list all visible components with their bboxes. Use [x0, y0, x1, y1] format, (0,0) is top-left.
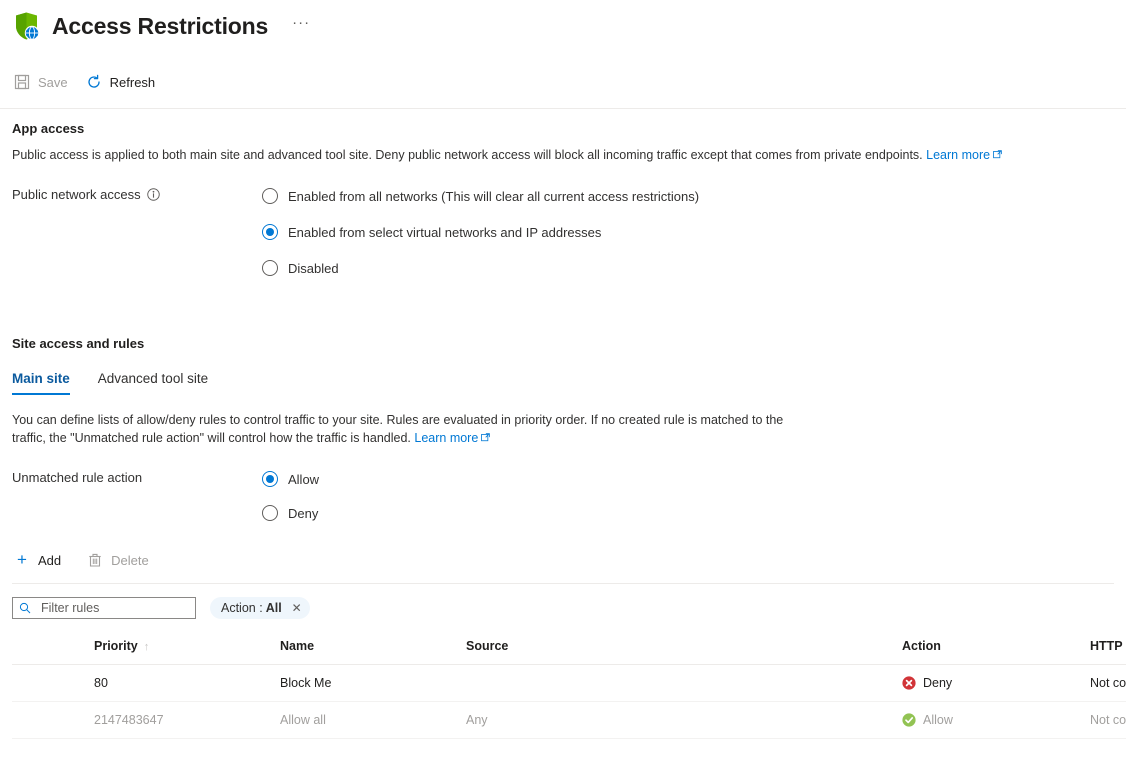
cell-http-headers: Not configured	[1082, 664, 1126, 702]
add-label: Add	[38, 552, 62, 568]
table-row[interactable]: 2147483647 Allow all Any Allow Not co	[12, 701, 1126, 739]
save-button[interactable]: Save	[12, 67, 78, 97]
radio-enabled-select-networks[interactable]: Enabled from select virtual networks and…	[262, 222, 699, 242]
app-access-learn-more-link[interactable]: Learn more	[926, 148, 990, 162]
trash-icon	[87, 552, 103, 568]
rules-toolbar-divider	[12, 583, 1114, 584]
row-checkbox-cell[interactable]	[12, 701, 86, 739]
public-network-access-field: Public network access Enabled from all n…	[12, 186, 1114, 278]
delete-rule-button[interactable]: Delete	[85, 545, 159, 575]
cell-action: Allow	[894, 701, 1082, 739]
radio-unmatched-deny[interactable]: Deny	[262, 503, 319, 523]
action-filter-pill[interactable]: Action : All ✕	[210, 597, 310, 619]
app-access-heading: App access	[12, 121, 85, 136]
plus-icon: +	[17, 550, 27, 569]
radio-enabled-all-networks[interactable]: Enabled from all networks (This will cle…	[262, 186, 699, 206]
radio-label: Enabled from select virtual networks and…	[288, 224, 602, 240]
tab-main-site[interactable]: Main site	[12, 371, 70, 395]
radio-label: Disabled	[288, 260, 339, 276]
cell-name: Allow all	[272, 701, 458, 739]
cell-http-headers: Not configured	[1082, 701, 1126, 739]
unmatched-rule-action-field: Unmatched rule action Allow Deny	[12, 469, 1114, 523]
rules-table-header-row: Priority ↑ Name Source Action HTTP header…	[12, 639, 1126, 665]
unmatched-rule-action-label: Unmatched rule action	[12, 470, 143, 485]
column-header-http-headers[interactable]: HTTP headers	[1082, 639, 1126, 665]
column-header-action[interactable]: Action	[894, 639, 1082, 665]
radio-mark	[262, 224, 278, 240]
filter-rules-search-box[interactable]	[12, 597, 196, 619]
rules-table-head: Priority ↑ Name Source Action HTTP header…	[12, 639, 1126, 665]
app-access-description-text: Public access is applied to both main si…	[12, 148, 923, 162]
search-icon	[19, 602, 31, 614]
radio-label: Enabled from all networks (This will cle…	[288, 188, 700, 204]
site-access-description-text: You can define lists of allow/deny rules…	[12, 413, 784, 445]
radio-label: Allow	[288, 471, 320, 487]
save-label: Save	[38, 74, 68, 90]
close-icon[interactable]: ✕	[292, 602, 302, 614]
refresh-button[interactable]: Refresh	[84, 67, 166, 97]
search-input[interactable]	[39, 600, 189, 616]
unmatched-rule-action-label-wrap: Unmatched rule action	[12, 469, 262, 485]
sort-ascending-icon: ↑	[143, 641, 150, 653]
radio-disabled[interactable]: Disabled	[262, 258, 699, 278]
info-icon[interactable]	[146, 188, 160, 201]
action-filter-key: Action :	[221, 601, 263, 615]
action-filter-value: All	[265, 601, 282, 615]
allow-status-icon	[902, 713, 916, 727]
column-header-source[interactable]: Source	[458, 639, 894, 665]
page-header: Access Restrictions ···	[0, 0, 1126, 44]
public-network-access-label-wrap: Public network access	[12, 186, 262, 202]
command-bar-divider	[0, 108, 1126, 109]
tab-advanced-tool-site[interactable]: Advanced tool site	[98, 371, 208, 395]
refresh-icon	[86, 74, 102, 90]
cell-source: Any	[458, 701, 894, 739]
radio-mark	[262, 471, 278, 487]
more-options-button[interactable]: ···	[286, 14, 316, 32]
app-access-description: Public access is applied to both main si…	[12, 146, 1072, 164]
column-header-priority[interactable]: Priority ↑	[86, 639, 272, 665]
cell-priority: 2147483647	[86, 701, 272, 739]
delete-label: Delete	[111, 552, 149, 568]
external-link-icon	[481, 429, 491, 442]
page-title: Access Restrictions	[52, 12, 269, 39]
rules-toolbar: + Add Delete	[12, 545, 1114, 583]
select-all-column[interactable]	[12, 639, 86, 665]
action-label: Deny	[923, 676, 953, 690]
site-tabs: Main site Advanced tool site	[12, 371, 1114, 395]
table-row[interactable]: 80 Block Me Deny Not co	[12, 664, 1126, 702]
radio-unmatched-allow[interactable]: Allow	[262, 469, 319, 489]
row-checkbox-cell[interactable]	[12, 664, 86, 702]
site-access-heading: Site access and rules	[12, 336, 145, 351]
public-network-access-radio-group: Enabled from all networks (This will cle…	[262, 186, 699, 278]
action-label: Allow	[923, 713, 953, 727]
unmatched-rule-action-radio-group: Allow Deny	[262, 469, 319, 523]
deny-status-icon	[902, 676, 916, 690]
public-network-access-label: Public network access	[12, 187, 141, 202]
action-cell-wrap: Allow	[902, 713, 1074, 727]
rules-table: Priority ↑ Name Source Action HTTP header…	[12, 639, 1126, 739]
shield-globe-icon	[10, 9, 44, 43]
save-icon	[14, 74, 30, 90]
rules-table-body: 80 Block Me Deny Not co 2147483647 Allow…	[12, 664, 1126, 739]
site-access-learn-more-link[interactable]: Learn more	[414, 431, 478, 445]
add-rule-button[interactable]: + Add	[12, 545, 71, 575]
command-bar: Save Refresh	[0, 64, 1126, 100]
refresh-label: Refresh	[109, 74, 156, 90]
cell-name: Block Me	[272, 664, 458, 702]
column-label-priority: Priority	[94, 639, 138, 653]
radio-mark	[262, 260, 278, 276]
cell-priority: 80	[86, 664, 272, 702]
radio-mark	[262, 505, 278, 521]
action-cell-wrap: Deny	[902, 676, 1074, 690]
filter-bar: Action : All ✕	[12, 597, 1114, 619]
content-area: App access Public access is applied to b…	[0, 121, 1126, 739]
site-access-description: You can define lists of allow/deny rules…	[12, 411, 812, 447]
cell-action: Deny	[894, 664, 1082, 702]
cell-source	[458, 664, 894, 702]
radio-label: Deny	[288, 505, 319, 521]
external-link-icon	[993, 146, 1002, 159]
radio-mark	[262, 188, 278, 204]
column-header-name[interactable]: Name	[272, 639, 458, 665]
